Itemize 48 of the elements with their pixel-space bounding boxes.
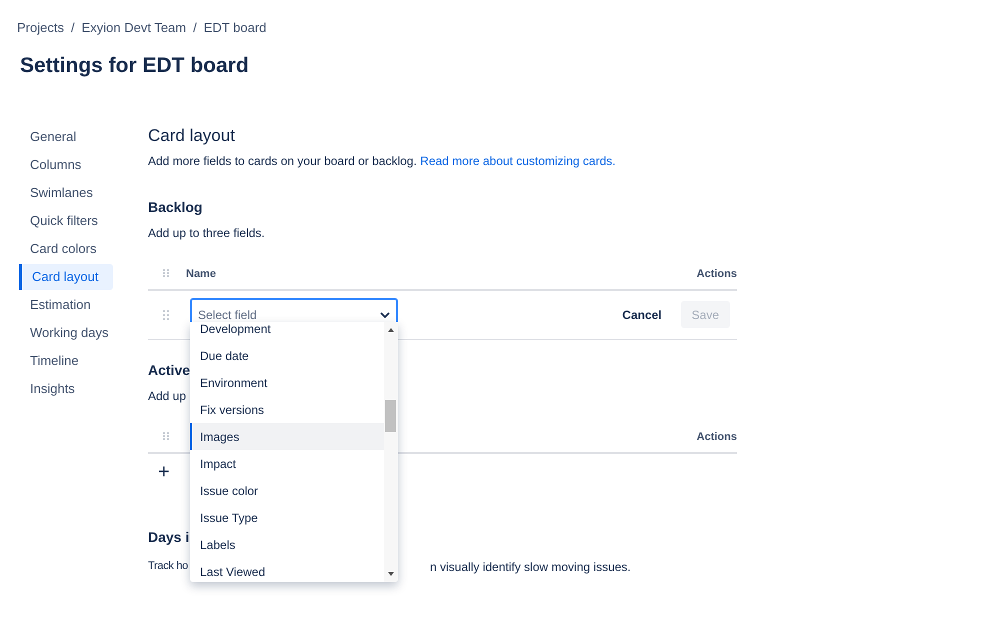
breadcrumb-link[interactable]: Exyion Devt Team (82, 18, 186, 38)
dropdown-option[interactable]: Impact (190, 450, 384, 477)
drag-handle-icon (163, 310, 169, 320)
sidebar-item[interactable]: Working days (19, 320, 113, 346)
sidebar-item[interactable]: Insights (19, 376, 113, 402)
breadcrumb-link[interactable]: EDT board (204, 18, 266, 38)
add-button[interactable]: + (158, 462, 170, 482)
section-heading: Backlog (148, 198, 204, 217)
scrollbar-thumb[interactable] (385, 400, 396, 432)
sidebar-item[interactable]: Card colors (19, 236, 113, 262)
dropdown-option[interactable]: Fix versions (190, 396, 384, 423)
sidebar-item[interactable]: Timeline (19, 348, 113, 374)
column-header: Actions (696, 430, 737, 444)
dropdown-option[interactable]: Environment (190, 369, 384, 396)
column-header: Actions (696, 266, 737, 282)
sidebar-item[interactable]: Estimation (19, 292, 113, 318)
scroll-down-icon[interactable] (388, 572, 394, 576)
dropdown-option[interactable]: Last Viewed (190, 558, 384, 582)
dropdown-option[interactable]: Labels (190, 531, 384, 558)
section-heading: Days i (148, 528, 190, 547)
description-text: Add up (148, 388, 186, 404)
sidebar-item[interactable]: Card layout (19, 264, 113, 290)
description-text: Track ho (148, 558, 188, 574)
breadcrumb-separator: / (193, 19, 197, 38)
scrollbar[interactable] (384, 322, 398, 582)
description-text: Add up to three fields. (148, 224, 266, 242)
page-title: Settings for EDT board (20, 53, 250, 79)
drag-handle-icon (163, 432, 169, 440)
dropdown-option[interactable]: Issue Type (190, 504, 384, 531)
scroll-up-icon[interactable] (388, 328, 394, 332)
drag-handle-icon (163, 268, 169, 276)
breadcrumb-link[interactable]: Projects (17, 18, 64, 38)
dropdown-option[interactable]: Issue color (190, 477, 384, 504)
chevron-down-icon (380, 312, 390, 318)
breadcrumb-separator: / (70, 19, 75, 38)
column-header: Name (186, 266, 216, 282)
dropdown-option[interactable]: Due date (190, 342, 384, 369)
cancel-button[interactable]: Cancel (611, 301, 673, 328)
description-text: n visually identify slow moving issues. (430, 558, 632, 576)
description-text: Add more fields to cards on your board or backlog. Read more about customizing cards. (148, 152, 617, 170)
sidebar-item[interactable]: Swimlanes (19, 180, 113, 206)
help-link[interactable]: Read more about customizing cards. (420, 154, 616, 168)
sidebar-item[interactable]: Columns (19, 152, 113, 178)
dropdown-option[interactable]: Images (190, 423, 384, 450)
sidebar-item[interactable]: General (19, 124, 113, 150)
sidebar-item[interactable]: Quick filters (19, 208, 113, 234)
section-heading: Active (148, 360, 190, 380)
section-heading: Card layout (148, 124, 236, 146)
